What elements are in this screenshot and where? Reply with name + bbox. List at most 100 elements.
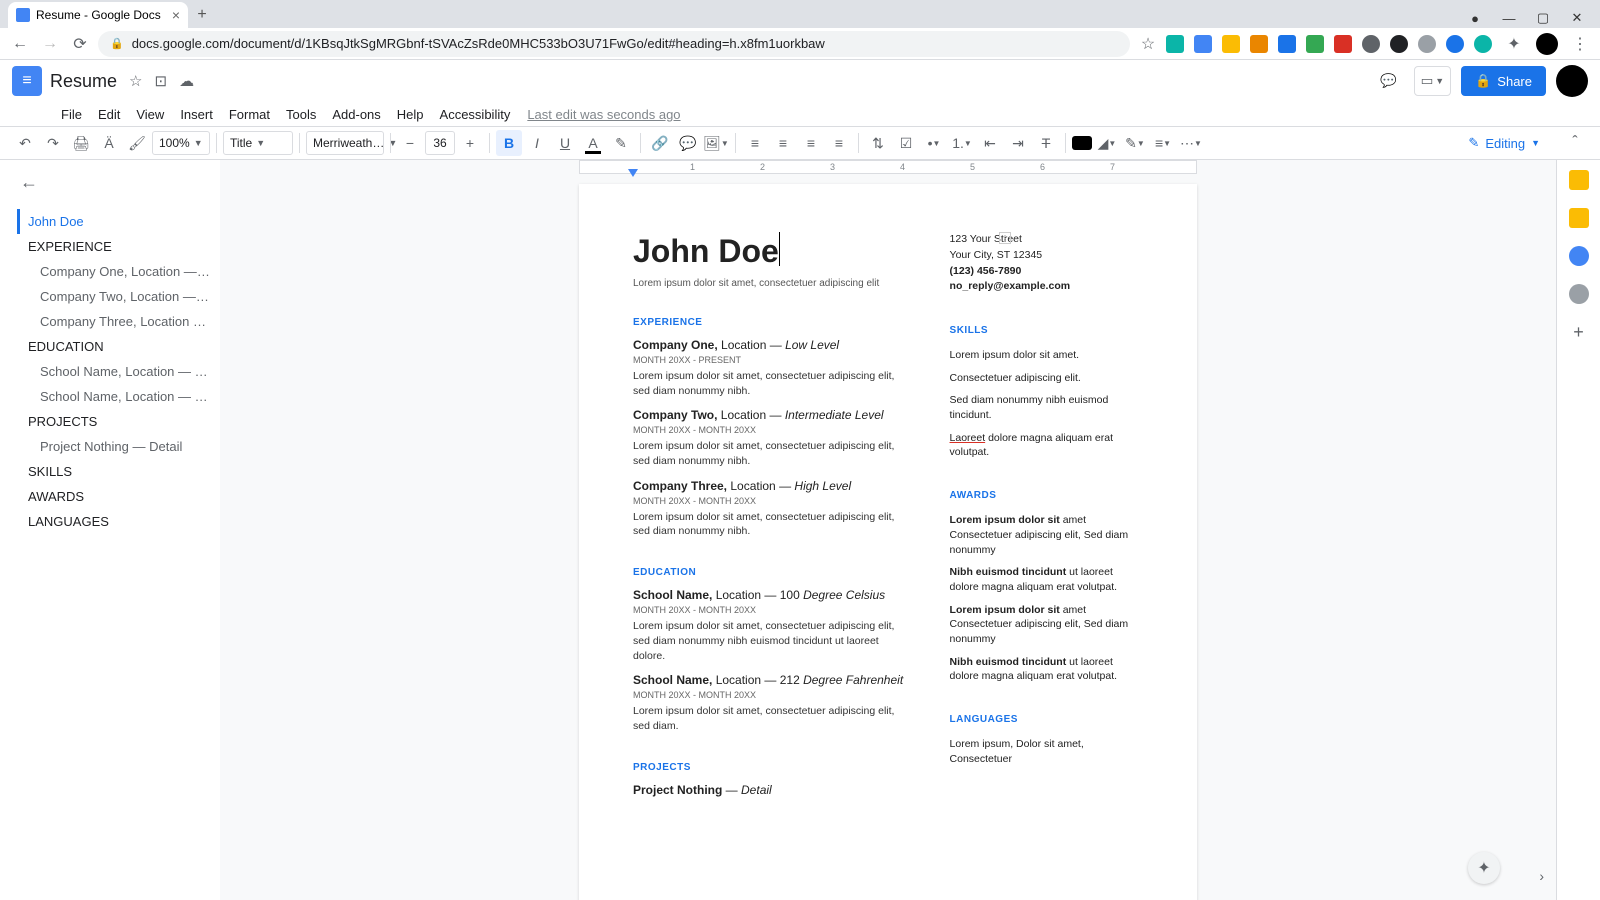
share-button[interactable]: 🔒 Share [1461, 66, 1546, 96]
comments-button[interactable]: 💬 [1374, 66, 1404, 96]
skill-item[interactable]: Consectetuer adipiscing elit. [950, 371, 1143, 386]
indent-icon[interactable]: ⇥ [1005, 130, 1031, 156]
align-left-icon[interactable]: ≡ [742, 130, 768, 156]
ruler[interactable]: 1234567 [220, 160, 1556, 174]
reload-icon[interactable]: ⟳ [68, 32, 92, 56]
close-window-icon[interactable]: ✕ [1562, 8, 1592, 28]
job-dates[interactable]: MONTH 20XX - MONTH 20XX [633, 425, 914, 435]
align-right-icon[interactable]: ≡ [798, 130, 824, 156]
outline-heading[interactable]: LANGUAGES [20, 509, 212, 534]
highlight-icon[interactable]: ✎ [608, 130, 634, 156]
menu-help[interactable]: Help [390, 105, 431, 124]
section-awards[interactable]: AWARDS [950, 488, 1143, 503]
edu-title[interactable]: School Name, Location — 212 Degree Fahre… [633, 673, 914, 687]
job-dates[interactable]: MONTH 20XX - MONTH 20XX [633, 496, 914, 506]
job-desc[interactable]: Lorem ipsum dolor sit amet, consectetuer… [633, 439, 914, 468]
menu-file[interactable]: File [54, 105, 89, 124]
checklist-icon[interactable]: ☑ [893, 130, 919, 156]
ext-icon-11[interactable] [1446, 35, 1464, 53]
link-icon[interactable]: 🔗 [647, 130, 673, 156]
account-avatar[interactable] [1556, 65, 1588, 97]
award-item[interactable]: Nibh euismod tincidunt ut laoreet dolore… [950, 565, 1143, 594]
menu-tools[interactable]: Tools [279, 105, 323, 124]
align-justify-icon[interactable]: ≡ [826, 130, 852, 156]
account-dot-icon[interactable]: ● [1460, 8, 1490, 28]
number-list-icon[interactable]: 1.▼ [949, 130, 975, 156]
outline-heading[interactable]: AWARDS [20, 484, 212, 509]
editing-mode-button[interactable]: ✎ Editing ▼ [1458, 130, 1550, 156]
underline-icon[interactable]: U [552, 130, 578, 156]
decrease-font-icon[interactable]: − [397, 130, 423, 156]
edu-desc[interactable]: Lorem ipsum dolor sit amet, consectetuer… [633, 619, 914, 663]
resume-name[interactable]: John Doe [633, 232, 914, 270]
browser-tab[interactable]: Resume - Google Docs × [8, 2, 188, 28]
edu-dates[interactable]: MONTH 20XX - MONTH 20XX [633, 690, 914, 700]
align-center-icon[interactable]: ≡ [770, 130, 796, 156]
languages-text[interactable]: Lorem ipsum, Dolor sit amet, Consectetue… [950, 737, 1143, 766]
award-item[interactable]: Lorem ipsum dolor sit amet Consectetuer … [950, 603, 1143, 647]
undo-icon[interactable]: ↶ [12, 130, 38, 156]
explore-button[interactable]: ✦ [1468, 852, 1500, 884]
present-button[interactable]: ▭▼ [1414, 66, 1452, 96]
skill-item[interactable]: Lorem ipsum dolor sit amet. [950, 348, 1143, 363]
calendar-icon[interactable] [1569, 170, 1589, 190]
fill-color-icon[interactable]: ◢▼ [1094, 130, 1120, 156]
outline-subitem[interactable]: Company Three, Location — Hig… [20, 309, 212, 334]
outdent-icon[interactable]: ⇤ [977, 130, 1003, 156]
border-color-icon[interactable]: ✎▼ [1122, 130, 1148, 156]
style-select[interactable]: Title▼ [223, 131, 293, 155]
ext-icon-2[interactable] [1194, 35, 1212, 53]
outline-subitem[interactable]: School Name, Location — 100 D… [20, 359, 212, 384]
spellcheck-icon[interactable]: Ä [96, 130, 122, 156]
section-education[interactable]: EDUCATION [633, 567, 914, 578]
side-panel-collapse-icon[interactable]: › [1539, 868, 1544, 884]
minimize-icon[interactable]: — [1494, 8, 1524, 28]
italic-icon[interactable]: I [524, 130, 550, 156]
new-tab-button[interactable]: + [188, 2, 216, 28]
url-field[interactable]: 🔒 docs.google.com/document/d/1KBsqJtkSgM… [98, 31, 1130, 57]
paint-format-icon[interactable]: 🖌 [124, 130, 150, 156]
close-tab-icon[interactable]: × [172, 7, 180, 23]
award-item[interactable]: Nibh euismod tincidunt ut laoreet dolore… [950, 655, 1143, 684]
contacts-icon[interactable] [1569, 284, 1589, 304]
line-spacing-icon[interactable]: ⇅ [865, 130, 891, 156]
ext-icon-4[interactable] [1250, 35, 1268, 53]
profile-avatar[interactable] [1536, 33, 1558, 55]
menu-accessibility[interactable]: Accessibility [433, 105, 518, 124]
ext-icon-5[interactable] [1278, 35, 1296, 53]
job-title[interactable]: Company Two, Location — Intermediate Lev… [633, 408, 914, 422]
border-style-icon[interactable]: ⋯▼ [1178, 130, 1204, 156]
docs-logo-icon[interactable]: ≡ [12, 66, 42, 96]
outline-subitem[interactable]: Company Two, Location — Inter… [20, 284, 212, 309]
star-doc-icon[interactable]: ☆ [129, 72, 142, 90]
ext-icon-6[interactable] [1306, 35, 1324, 53]
outline-heading[interactable]: EXPERIENCE [20, 234, 212, 259]
job-dates[interactable]: MONTH 20XX - PRESENT [633, 355, 914, 365]
outline-title[interactable]: John Doe [17, 209, 212, 234]
ext-icon-8[interactable] [1362, 35, 1380, 53]
section-skills[interactable]: SKILLS [950, 323, 1143, 338]
increase-font-icon[interactable]: + [457, 130, 483, 156]
menu-view[interactable]: View [129, 105, 171, 124]
menu-addons[interactable]: Add-ons [325, 105, 387, 124]
outline-subitem[interactable]: Company One, Location — Low … [20, 259, 212, 284]
job-desc[interactable]: Lorem ipsum dolor sit amet, consectetuer… [633, 510, 914, 539]
outline-back-icon[interactable]: ← [20, 172, 212, 193]
bold-icon[interactable]: B [496, 130, 522, 156]
skill-item[interactable]: Sed diam nonummy nibh euismod tincidunt. [950, 393, 1143, 422]
font-size-input[interactable]: 36 [425, 131, 455, 155]
add-addon-icon[interactable]: + [1573, 322, 1584, 343]
job-title[interactable]: Company Three, Location — High Level [633, 479, 914, 493]
chrome-menu-icon[interactable]: ⋮ [1568, 32, 1592, 56]
job-desc[interactable]: Lorem ipsum dolor sit amet, consectetuer… [633, 369, 914, 398]
menu-format[interactable]: Format [222, 105, 277, 124]
ext-icon-10[interactable] [1418, 35, 1436, 53]
outline-heading[interactable]: PROJECTS [20, 409, 212, 434]
edu-dates[interactable]: MONTH 20XX - MONTH 20XX [633, 605, 914, 615]
move-doc-icon[interactable]: ⊡ [154, 72, 167, 90]
ext-icon-12[interactable] [1474, 35, 1492, 53]
outline-heading[interactable]: SKILLS [20, 459, 212, 484]
skill-item[interactable]: Laoreet dolore magna aliquam erat volutp… [950, 431, 1143, 460]
ext-icon-9[interactable] [1390, 35, 1408, 53]
text-color-icon[interactable]: A [580, 130, 606, 156]
